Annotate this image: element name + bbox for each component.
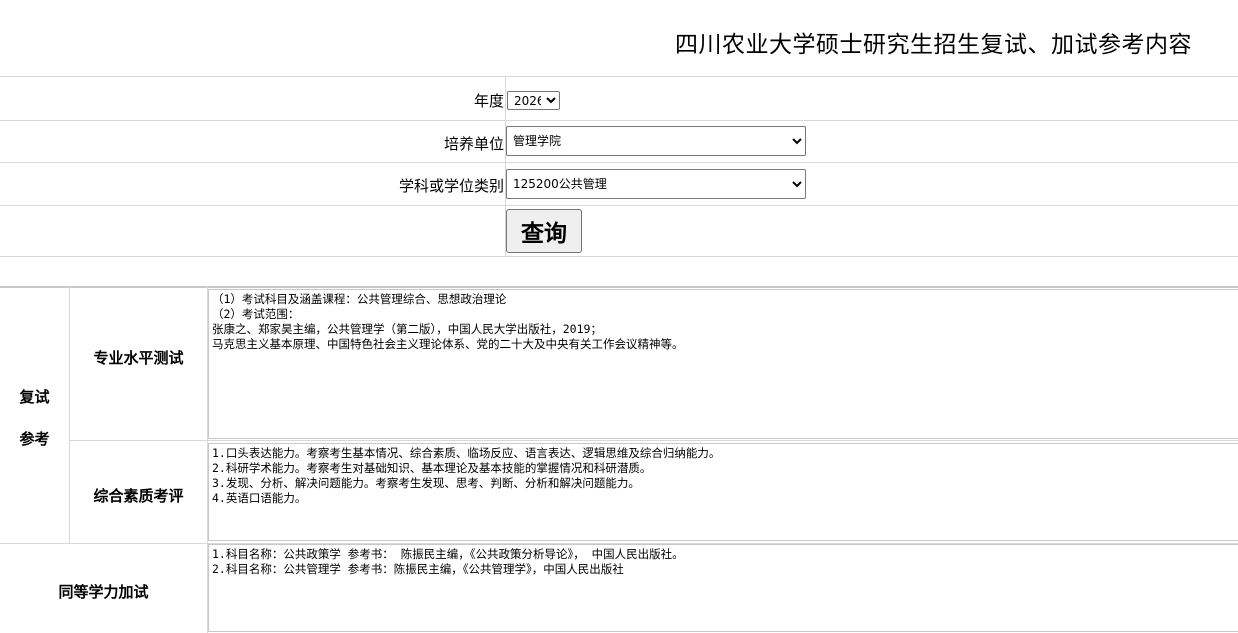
divider	[0, 205, 1238, 206]
divider	[70, 440, 1238, 441]
divider	[0, 162, 1238, 163]
query-button[interactable]: 查询	[506, 209, 582, 253]
year-label: 年度	[473, 92, 504, 110]
year-select[interactable]: 2026	[507, 91, 560, 110]
reexam-side-label: 复试	[19, 388, 50, 406]
divider	[0, 256, 1238, 257]
extra-exam-label: 同等学力加试	[58, 583, 149, 601]
unit-label: 培养单位	[443, 135, 504, 153]
professional-test-text[interactable]: （1）考试科目及涵盖课程：公共管理综合、思想政治理论 （2）考试范围： 张康之、…	[208, 289, 1238, 439]
page-title: 四川农业大学硕士研究生招生复试、加试参考内容	[675, 32, 1192, 58]
unit-select[interactable]: 管理学院	[506, 126, 806, 156]
reexam-side-label: 参考	[19, 430, 50, 448]
subject-select[interactable]: 125200公共管理	[506, 169, 806, 199]
subject-label: 学科或学位类别	[398, 177, 504, 195]
professional-test-label: 专业水平测试	[93, 349, 184, 367]
divider	[0, 120, 1238, 121]
divider	[0, 286, 1238, 288]
extra-exam-text[interactable]: 1.科目名称：公共政策学 参考书： 陈振民主编，《公共政策分析导论》， 中国人民…	[208, 544, 1238, 632]
comprehensive-eval-label: 综合素质考评	[93, 487, 184, 505]
divider	[0, 76, 1238, 77]
comprehensive-eval-text[interactable]: 1.口头表达能力。考察考生基本情况、综合素质、临场反应、语言表达、逻辑思维及综合…	[208, 443, 1238, 541]
